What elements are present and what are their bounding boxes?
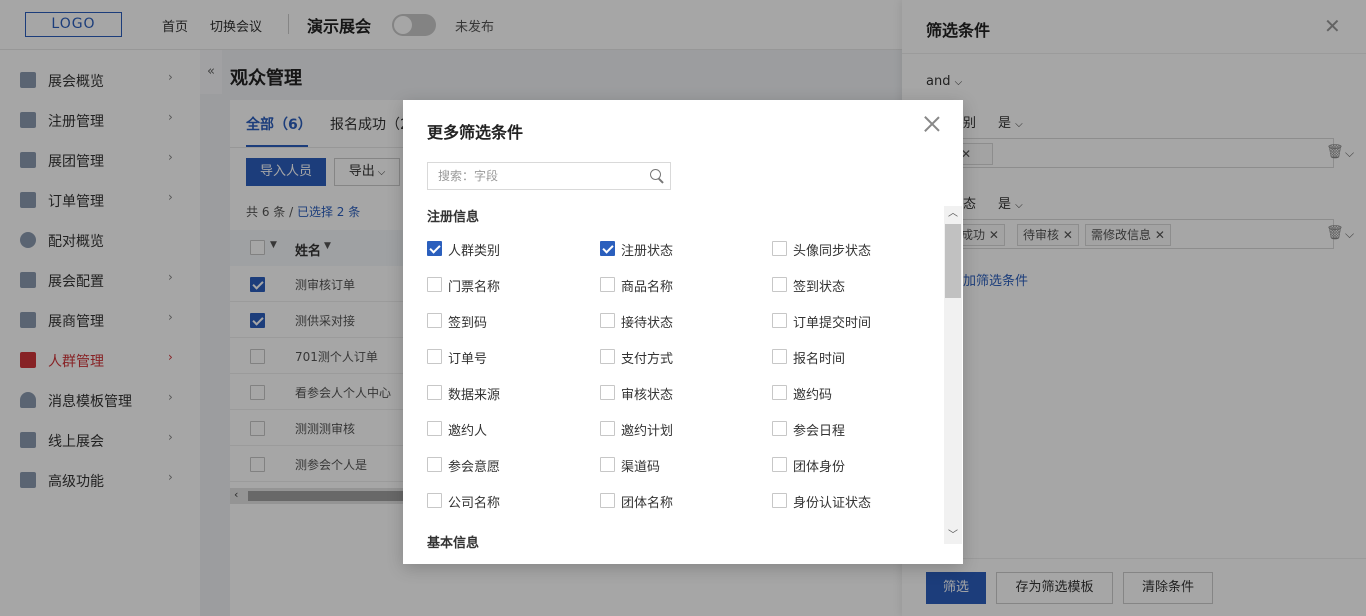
- close-icon[interactable]: [922, 114, 942, 134]
- field-label: 邀约码: [793, 388, 833, 403]
- scroll-up-icon[interactable]: ︿: [944, 206, 962, 222]
- field-label: 门票名称: [448, 280, 501, 295]
- section-title-registration: 注册信息: [427, 210, 480, 225]
- field-checkbox[interactable]: [600, 421, 615, 436]
- field-checkbox[interactable]: [772, 493, 787, 508]
- more-filters-modal: 更多筛选条件 注册信息 人群类别 注册状态 头像同步状态 门票名称 商品名称 签…: [403, 100, 963, 564]
- section-title-basic: 基本信息: [427, 536, 480, 551]
- field-label: 数据来源: [448, 388, 501, 403]
- field-checkbox[interactable]: [600, 385, 615, 400]
- field-checkbox[interactable]: [427, 277, 442, 292]
- field-checkbox[interactable]: [600, 241, 615, 256]
- vertical-scrollbar[interactable]: ︿ ﹀: [944, 206, 962, 544]
- field-label: 邀约计划: [621, 424, 674, 439]
- field-checkbox[interactable]: [772, 277, 787, 292]
- field-checkbox[interactable]: [772, 313, 787, 328]
- field-checkbox[interactable]: [427, 493, 442, 508]
- field-checkbox[interactable]: [427, 385, 442, 400]
- scrollbar-thumb[interactable]: [945, 224, 961, 298]
- field-label: 注册状态: [621, 244, 674, 259]
- field-label: 订单号: [448, 352, 488, 367]
- field-label: 邀约人: [448, 424, 488, 439]
- field-label: 团体名称: [621, 496, 674, 511]
- search-input[interactable]: [438, 168, 638, 184]
- modal-title: 更多筛选条件: [427, 123, 524, 142]
- field-checkbox[interactable]: [427, 313, 442, 328]
- field-label: 签到码: [448, 316, 488, 331]
- field-checkbox[interactable]: [427, 241, 442, 256]
- field-checkbox[interactable]: [772, 349, 787, 364]
- search-icon[interactable]: [650, 169, 664, 183]
- field-label: 报名时间: [793, 352, 846, 367]
- field-label: 支付方式: [621, 352, 674, 367]
- field-checkbox[interactable]: [772, 241, 787, 256]
- field-checkbox[interactable]: [772, 421, 787, 436]
- field-checkbox[interactable]: [600, 493, 615, 508]
- field-search[interactable]: [427, 162, 671, 190]
- field-checkbox[interactable]: [600, 349, 615, 364]
- field-label: 团体身份: [793, 460, 846, 475]
- field-checkbox[interactable]: [427, 349, 442, 364]
- field-label: 公司名称: [448, 496, 501, 511]
- field-label: 参会意愿: [448, 460, 501, 475]
- field-label: 渠道码: [621, 460, 661, 475]
- field-checkbox[interactable]: [427, 457, 442, 472]
- field-label: 人群类别: [448, 244, 501, 259]
- field-checkbox[interactable]: [772, 385, 787, 400]
- scroll-down-icon[interactable]: ﹀: [944, 528, 962, 544]
- field-label: 身份认证状态: [793, 496, 872, 511]
- field-label: 接待状态: [621, 316, 674, 331]
- field-checkbox[interactable]: [772, 457, 787, 472]
- field-label: 参会日程: [793, 424, 846, 439]
- field-checkbox[interactable]: [427, 421, 442, 436]
- field-label: 订单提交时间: [793, 316, 872, 331]
- field-checkbox[interactable]: [600, 313, 615, 328]
- field-label: 头像同步状态: [793, 244, 872, 259]
- field-label: 签到状态: [793, 280, 846, 295]
- field-label: 商品名称: [621, 280, 674, 295]
- field-checkbox[interactable]: [600, 277, 615, 292]
- field-label: 审核状态: [621, 388, 674, 403]
- field-checkbox[interactable]: [600, 457, 615, 472]
